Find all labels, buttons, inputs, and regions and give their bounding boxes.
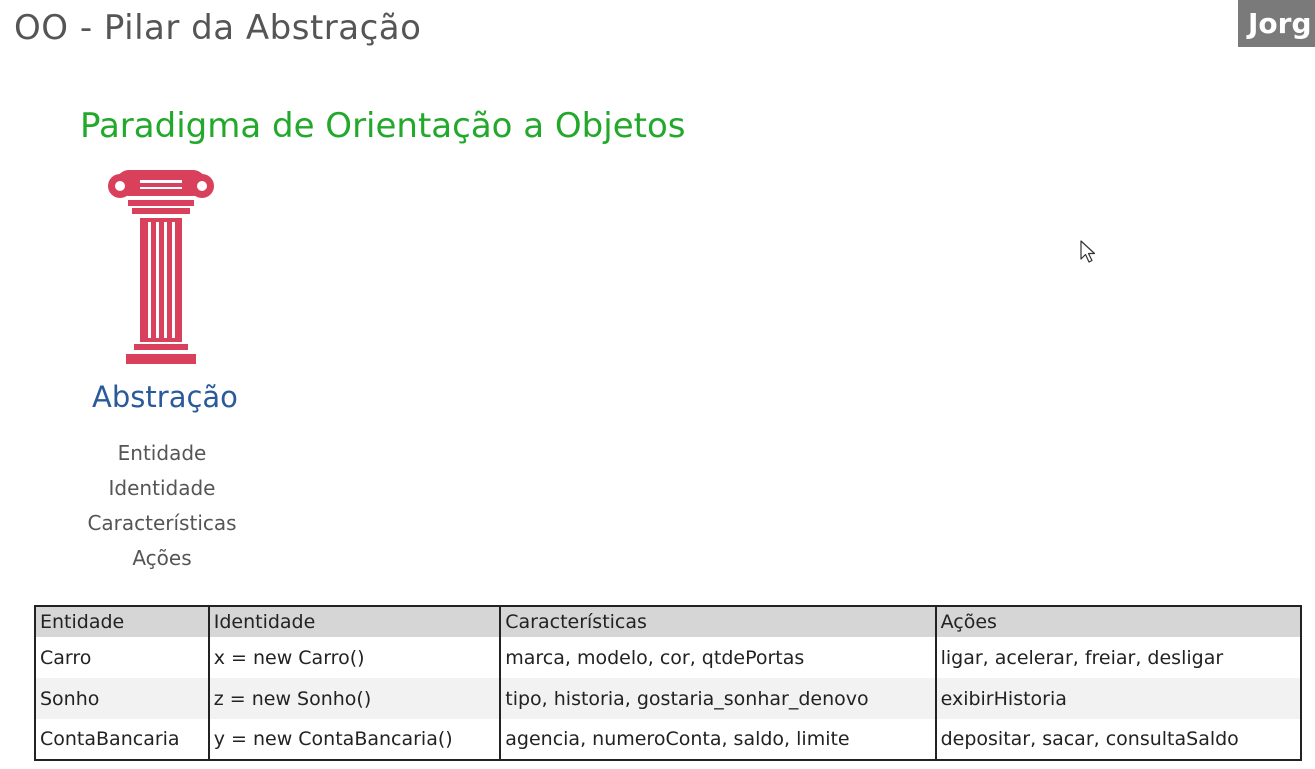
slide: OO - Pilar da Abstração Jorg Paradigma d… (0, 0, 1315, 769)
concept-item: Entidade (117, 441, 207, 465)
pillar-icon (108, 170, 214, 364)
table-cell: tipo, historia, gostaria_sonhar_denovo (499, 678, 937, 719)
slide-subtitle: Paradigma de Orientação a Objetos (80, 106, 686, 146)
column-header: Características (499, 606, 937, 637)
table-row: Carro x = new Carro() marca, modelo, cor… (34, 637, 1303, 678)
table-cell: marca, modelo, cor, qtdePortas (499, 637, 937, 678)
column-header: Ações (934, 606, 1303, 637)
table-cell: exibirHistoria (934, 678, 1303, 719)
concept-item: Características (87, 511, 237, 535)
table-row: Sonho z = new Sonho() tipo, historia, go… (34, 678, 1303, 719)
table-cell: ContaBancaria (34, 719, 210, 760)
table-cell: depositar, sacar, consultaSaldo (934, 719, 1303, 760)
column-header: Identidade (207, 606, 502, 637)
pillar-label: Abstração (92, 380, 238, 414)
presenter-name-tag: Jorg (1238, 0, 1315, 47)
table-cell: y = new ContaBancaria() (207, 719, 502, 760)
column-header: Entidade (34, 606, 210, 637)
entities-table: Entidade Identidade Características Açõe… (34, 605, 1303, 761)
concept-item: Ações (132, 546, 192, 570)
table-row: ContaBancaria y = new ContaBancaria() ag… (34, 719, 1303, 760)
table-cell: ligar, acelerar, freiar, desligar (934, 637, 1303, 678)
concept-list: Entidade Identidade Características Açõe… (60, 436, 264, 576)
table-cell: agencia, numeroConta, saldo, limite (499, 719, 937, 760)
slide-title: OO - Pilar da Abstração (14, 8, 422, 48)
table-cell: Carro (34, 637, 210, 678)
table-cell: Sonho (34, 678, 210, 719)
concept-item: Identidade (108, 476, 216, 500)
table-header-row: Entidade Identidade Características Açõe… (34, 606, 1303, 637)
mouse-pointer-icon (1080, 240, 1096, 263)
table-cell: x = new Carro() (207, 637, 502, 678)
table-cell: z = new Sonho() (207, 678, 502, 719)
